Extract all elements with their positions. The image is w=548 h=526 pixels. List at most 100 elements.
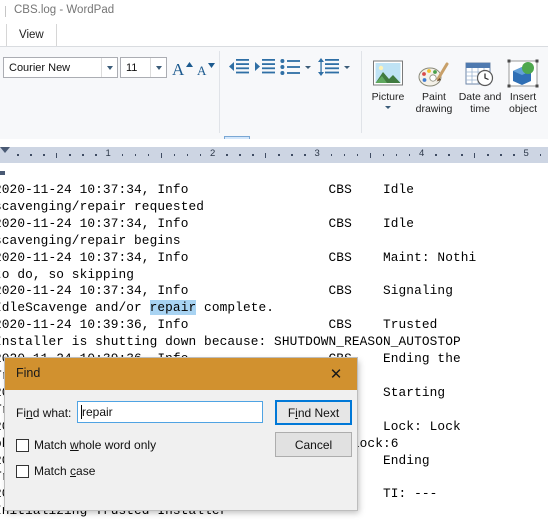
quick-access-separator bbox=[5, 6, 6, 17]
ruler-tick bbox=[356, 154, 359, 156]
find-dialog-title: Find bbox=[16, 366, 41, 380]
ruler-tick bbox=[395, 154, 398, 156]
ruler-area: 1 2 3 4 5 bbox=[0, 139, 548, 179]
wordpad-window: CBS.log - WordPad View Courier New 11 A … bbox=[0, 0, 548, 526]
ruler-tick bbox=[539, 154, 542, 156]
find-what-label: Find what: bbox=[16, 406, 71, 420]
document-line: IdleScavenge and/or repair complete. bbox=[0, 300, 476, 317]
find-next-pre: F bbox=[287, 405, 296, 420]
ruler-tick bbox=[330, 154, 333, 156]
match-case-label: Match case bbox=[34, 464, 95, 478]
bullets-dropdown-arrow[interactable] bbox=[302, 61, 313, 73]
insert-object-icon bbox=[500, 55, 546, 89]
find-what-label-post: d what: bbox=[32, 406, 72, 420]
font-size-dropdown-arrow[interactable] bbox=[150, 58, 166, 77]
title-bar: CBS.log - WordPad bbox=[0, 0, 548, 24]
bullets-icon[interactable] bbox=[279, 56, 302, 78]
date-time-button[interactable]: Date and time bbox=[457, 55, 503, 115]
document-line: scavenging/repair begins bbox=[0, 232, 181, 248]
document-line: to do, so skipping bbox=[0, 266, 135, 282]
match-whole-pre: Match bbox=[34, 438, 71, 452]
font-family-dropdown-arrow[interactable] bbox=[101, 58, 117, 77]
match-whole-word-checkbox[interactable] bbox=[16, 439, 29, 452]
line-spacing-icon[interactable] bbox=[316, 56, 341, 78]
ruler-number: 4 bbox=[419, 148, 425, 159]
first-line-indent-marker[interactable] bbox=[0, 147, 10, 153]
ruler-number: 2 bbox=[210, 148, 216, 159]
font-size-value: 11 bbox=[126, 61, 138, 74]
ruler-tick bbox=[291, 154, 293, 156]
insert-picture-button[interactable]: Picture bbox=[365, 55, 411, 109]
ruler-tick bbox=[304, 154, 306, 156]
match-case-pre: Match bbox=[34, 464, 71, 478]
grow-font-icon[interactable]: A bbox=[170, 56, 194, 79]
svg-text:A: A bbox=[172, 60, 185, 78]
document-line: scavenging/repair requested bbox=[0, 198, 205, 214]
find-dialog-body: Find what: repair Fi nd Next Cancel Match… bbox=[5, 390, 357, 510]
ruler-tick bbox=[17, 154, 19, 156]
ribbon: Courier New 11 A A B I U abc x₂ x² A bbox=[0, 46, 548, 180]
find-what-value: repair bbox=[82, 405, 113, 419]
date-time-label-1: Date and bbox=[458, 91, 502, 103]
paint-drawing-icon bbox=[411, 55, 457, 89]
ruler-number: 3 bbox=[314, 148, 320, 159]
ruler-tick bbox=[408, 154, 411, 156]
ruler-tick bbox=[199, 154, 202, 156]
ruler-tick bbox=[239, 154, 241, 156]
insert-picture-label: Picture bbox=[371, 91, 405, 103]
line-spacing-dropdown-arrow[interactable] bbox=[341, 61, 352, 73]
font-family-combo[interactable]: Courier New bbox=[3, 57, 118, 78]
paint-drawing-button[interactable]: Paint drawing bbox=[411, 55, 457, 115]
paint-drawing-label-1: Paint bbox=[422, 91, 446, 103]
ruler[interactable]: 1 2 3 4 5 bbox=[0, 147, 548, 179]
find-what-input[interactable]: repair bbox=[77, 401, 263, 423]
tab-view[interactable]: View bbox=[6, 24, 57, 46]
decrease-indent-icon[interactable] bbox=[226, 56, 251, 78]
ribbon-tab-strip: View bbox=[0, 24, 548, 46]
document-line: 2020-11-24 10:37:34, Info CBS Maint: Not… bbox=[0, 249, 477, 265]
ruler-tick bbox=[173, 154, 176, 156]
ruler-tick bbox=[30, 154, 32, 156]
close-icon[interactable]: ✕ bbox=[315, 358, 357, 390]
match-case-post: ase bbox=[76, 464, 96, 478]
insert-object-button[interactable]: Insert object bbox=[500, 55, 546, 115]
paint-drawing-label-2: drawing bbox=[415, 102, 453, 115]
date-time-icon bbox=[457, 55, 503, 89]
cancel-button[interactable]: Cancel bbox=[275, 432, 352, 457]
ruler-tick bbox=[252, 154, 254, 156]
ruler-tick bbox=[43, 154, 45, 156]
search-match-highlight: repair bbox=[149, 300, 197, 316]
ruler-tick bbox=[265, 152, 267, 158]
ruler-tick bbox=[134, 154, 137, 156]
ruler-number: 1 bbox=[105, 148, 111, 159]
find-next-button[interactable]: Fi nd Next bbox=[275, 400, 352, 425]
increase-indent-icon[interactable] bbox=[252, 56, 277, 78]
match-whole-word-label: Match whole word only bbox=[34, 438, 156, 452]
match-case-checkbox[interactable] bbox=[16, 465, 29, 478]
find-dialog-title-bar[interactable]: Find ✕ bbox=[5, 358, 357, 390]
picture-icon bbox=[365, 55, 411, 89]
picture-dropdown-arrow[interactable] bbox=[365, 105, 411, 109]
date-time-label-2: time bbox=[470, 102, 490, 115]
window-title: CBS.log - WordPad bbox=[14, 4, 115, 16]
find-dialog: Find ✕ Find what: repair Fi nd Next Cance… bbox=[5, 358, 357, 510]
line-text-pre: IdleScavenge and/or bbox=[0, 300, 150, 316]
ruler-tick bbox=[500, 154, 502, 156]
ruler-number: 5 bbox=[523, 148, 529, 159]
line-text-post: complete. bbox=[196, 300, 275, 316]
svg-text:A: A bbox=[197, 63, 207, 78]
ruler-tick bbox=[382, 154, 385, 156]
document-line: Installer is shutting down because: SHUT… bbox=[0, 334, 461, 350]
ruler-tick bbox=[461, 154, 463, 156]
find-next-post: nd Next bbox=[297, 405, 340, 420]
ruler-tick bbox=[448, 154, 450, 156]
insert-object-label-1: Insert bbox=[509, 91, 537, 103]
font-size-combo[interactable]: 11 bbox=[120, 57, 167, 78]
ruler-tick bbox=[121, 154, 124, 156]
match-whole-accel: w bbox=[70, 438, 79, 452]
ruler-tick bbox=[69, 154, 71, 156]
ruler-tick bbox=[186, 154, 189, 156]
shrink-font-icon[interactable]: A bbox=[195, 57, 218, 79]
match-whole-post: hole word only bbox=[78, 438, 157, 452]
ruler-tick bbox=[474, 152, 476, 158]
